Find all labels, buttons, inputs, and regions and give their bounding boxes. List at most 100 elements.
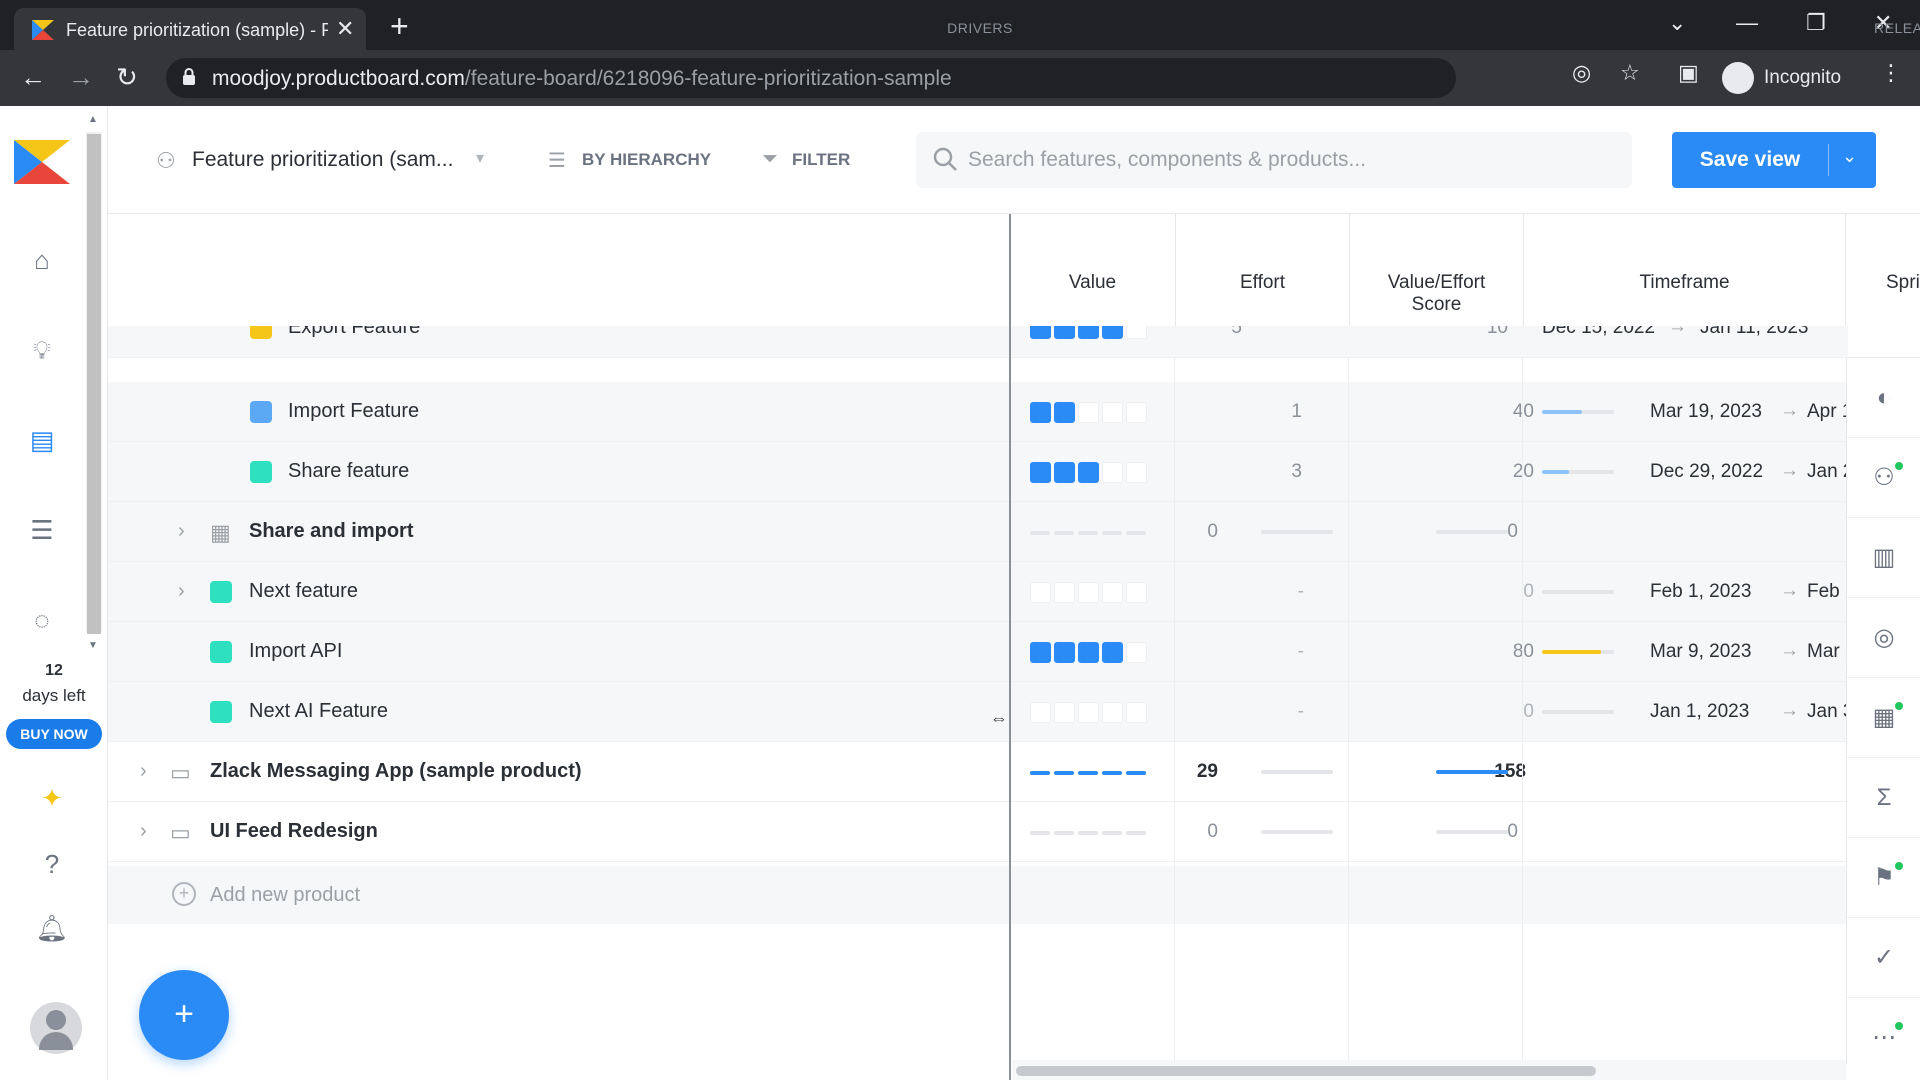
table-row[interactable]: Next AI Feature - 0 Jan 1, 2023 → Jan 31… <box>108 682 1917 742</box>
features-board-icon[interactable]: ▤ <box>22 420 62 460</box>
insights-bulb-icon[interactable]: 💡︎ <box>22 330 62 370</box>
value-box[interactable] <box>1102 402 1123 423</box>
sidebar-scrollbar[interactable]: ▲ ▼ <box>84 114 106 658</box>
chevron-right-icon[interactable]: › <box>140 820 147 843</box>
table-row[interactable]: › ▦ Share and import 0 0 <box>108 502 1848 562</box>
table-row[interactable]: › Next feature - 0 Feb 1, 2023 → Feb 18,… <box>108 562 1919 622</box>
value-box[interactable] <box>1054 402 1075 423</box>
restore-icon[interactable]: ❐ <box>1806 10 1826 36</box>
feature-name[interactable]: Next feature <box>249 580 358 603</box>
scroll-down-icon[interactable]: ▼ <box>88 640 98 651</box>
feature-name[interactable]: Import Feature <box>288 400 419 423</box>
column-resize-divider[interactable] <box>1009 214 1011 1080</box>
product-name[interactable]: Zlack Messaging App (sample product) <box>210 760 582 783</box>
filter-button[interactable]: ⏷ FILTER <box>762 148 862 176</box>
search-input[interactable] <box>968 148 1608 172</box>
value-box[interactable] <box>1054 642 1075 663</box>
check-circle-icon[interactable]: ✓ <box>1847 918 1920 998</box>
value-box[interactable] <box>1054 702 1075 723</box>
productboard-logo[interactable] <box>14 140 70 184</box>
chevron-right-icon[interactable]: › <box>178 580 185 603</box>
value-box[interactable] <box>1102 582 1123 603</box>
buy-now-button[interactable]: BUY NOW <box>6 719 102 749</box>
product-name[interactable]: UI Feed Redesign <box>210 820 378 843</box>
status-pie-icon[interactable]: ◐ <box>1847 358 1920 438</box>
component-name[interactable]: Share and import <box>249 520 413 543</box>
back-icon[interactable]: ← <box>20 62 46 93</box>
value-box[interactable] <box>1054 326 1075 339</box>
value-box[interactable] <box>1030 702 1051 723</box>
value-box[interactable] <box>1102 326 1123 339</box>
eye-off-icon[interactable]: ◎ <box>1572 60 1591 86</box>
new-tab-icon[interactable]: + <box>390 8 409 45</box>
menu-dots-icon[interactable]: ⋮ <box>1880 60 1902 86</box>
portal-eye-icon[interactable]: ◌ <box>22 600 62 640</box>
table-row[interactable]: Export Feature 5 10 Dec 15, 2022 → Jan 1… <box>108 326 1848 358</box>
save-view-button[interactable]: Save view ⌄ <box>1672 132 1876 188</box>
roadmap-icon[interactable]: ☰ <box>22 510 62 550</box>
board-title[interactable]: Feature prioritization (sam... <box>192 148 453 172</box>
add-icon[interactable]: + <box>172 882 196 906</box>
scroll-thumb[interactable] <box>1016 1066 1596 1076</box>
home-icon[interactable]: ⌂ <box>22 240 62 280</box>
feature-name[interactable]: Share feature <box>288 460 409 483</box>
create-fab-button[interactable]: + <box>139 970 229 1060</box>
minimize-icon[interactable]: — <box>1736 10 1758 36</box>
value-box[interactable] <box>1054 582 1075 603</box>
scroll-thumb[interactable] <box>87 134 101 634</box>
value-box[interactable] <box>1078 642 1099 663</box>
tab-search-icon[interactable]: ⌄ <box>1668 10 1686 36</box>
value-box[interactable] <box>1078 462 1099 483</box>
value-box[interactable] <box>1102 642 1123 663</box>
value-box[interactable] <box>1030 462 1051 483</box>
avatar[interactable] <box>30 1002 82 1054</box>
search-box[interactable] <box>916 132 1632 188</box>
value-box[interactable] <box>1078 402 1099 423</box>
feature-name[interactable]: Next AI Feature <box>249 700 388 723</box>
chevron-down-icon[interactable]: ▾ <box>476 148 484 168</box>
value-box[interactable] <box>1078 582 1099 603</box>
value-box[interactable] <box>1030 402 1051 423</box>
add-new-product-label[interactable]: Add new product <box>210 884 360 907</box>
value-box[interactable] <box>1030 582 1051 603</box>
reload-icon[interactable]: ↻ <box>116 62 138 93</box>
close-tab-icon[interactable]: ✕ <box>336 16 354 42</box>
table-row[interactable]: › ▭ Zlack Messaging App (sample product)… <box>108 742 1848 802</box>
feature-name[interactable]: Export Feature <box>288 326 420 339</box>
value-box[interactable] <box>1078 702 1099 723</box>
table-row[interactable]: Share feature 3 20 Dec 29, 2022 → Jan 27… <box>108 442 1917 502</box>
table-row[interactable]: Import Feature 1 40 Mar 19, 2023 → Apr 1… <box>108 382 1916 442</box>
help-icon[interactable]: ? <box>32 844 72 884</box>
by-hierarchy-button[interactable]: ☰ BY HIERARCHY <box>548 148 724 176</box>
flag-icon[interactable]: ⚑ <box>1847 838 1920 918</box>
sum-icon[interactable]: Σ <box>1847 758 1920 838</box>
address-field[interactable]: moodjoy.productboard.com/feature-board/6… <box>166 58 1456 98</box>
star-icon[interactable]: ☆ <box>1620 60 1640 86</box>
sparkle-icon[interactable]: ✦ <box>32 778 72 818</box>
forward-icon[interactable]: → <box>68 62 94 93</box>
value-box[interactable] <box>1078 326 1099 339</box>
value-box[interactable] <box>1102 702 1123 723</box>
table-row[interactable]: Import API - 80 Mar 9, 2023 → Mar 23, 20… <box>108 622 1919 682</box>
assignee-icon[interactable]: ⚇ <box>1847 438 1920 518</box>
add-new-product-row[interactable]: + Add new product <box>108 866 1848 924</box>
chevron-right-icon[interactable]: › <box>140 760 147 783</box>
chevron-right-icon[interactable]: › <box>178 520 185 543</box>
bell-icon[interactable]: 🔔︎ <box>32 908 72 948</box>
value-box[interactable] <box>1102 462 1123 483</box>
target-icon[interactable]: ◎ <box>1847 598 1920 678</box>
scroll-up-icon[interactable]: ▲ <box>88 114 98 125</box>
chevron-down-icon[interactable]: ⌄ <box>1842 146 1857 167</box>
grid-calc-icon[interactable]: ▦ <box>1847 678 1920 758</box>
more-icon[interactable]: ⋯ <box>1847 998 1920 1078</box>
table-row[interactable]: › ▭ UI Feed Redesign 0 0 <box>108 802 1848 862</box>
side-panel-icon[interactable]: ▣ <box>1678 60 1699 86</box>
feature-name[interactable]: Import API <box>249 640 342 663</box>
browser-tab[interactable]: Feature prioritization (sample) - P ✕ <box>14 8 366 50</box>
value-box[interactable] <box>1030 326 1051 339</box>
incognito-badge[interactable]: Incognito <box>1722 58 1852 98</box>
column-sprint[interactable]: Sprir <box>1846 214 1920 358</box>
value-box[interactable] <box>1054 462 1075 483</box>
team-building-icon[interactable]: ▥ <box>1847 518 1920 598</box>
value-box[interactable] <box>1030 642 1051 663</box>
